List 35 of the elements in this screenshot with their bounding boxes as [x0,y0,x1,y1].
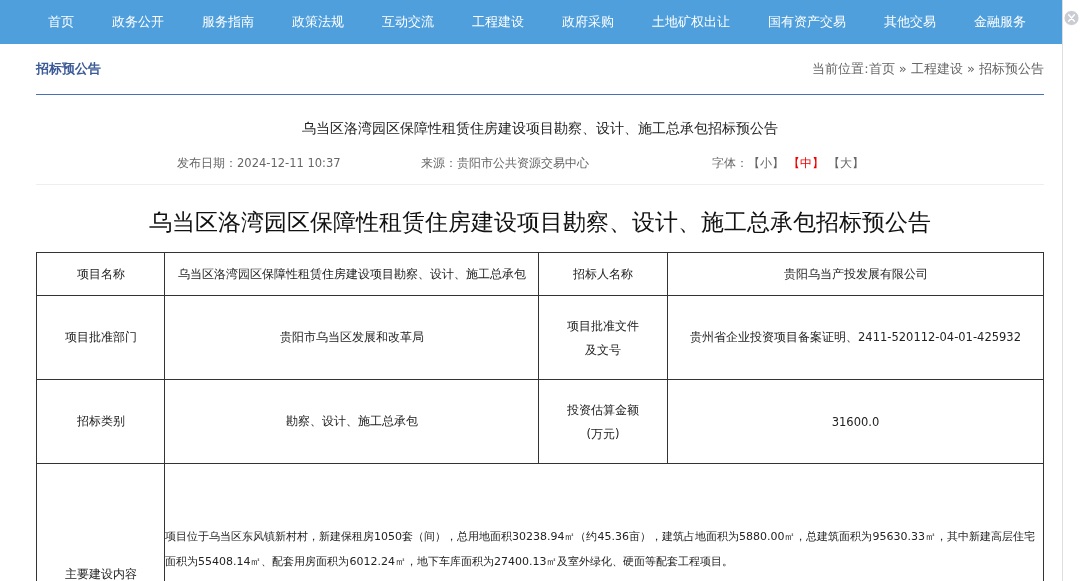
publish-date: 发布日期：2024-12-11 10:37 [177,156,341,172]
table-cell: 主要建设内容 [64,566,137,581]
article-title: 乌当区洛湾园区保障性租赁住房建设项目勘察、设计、施工总承包招标预公告 [301,120,779,138]
table-cell: 招标类别 [76,414,125,429]
nav-link[interactable]: 政府采购 [552,13,624,31]
table-cell: 项目位于乌当区东风镇新村村，新建保租房1050套（间），总用地面积30238.94㎡（约45.36亩），建筑占地面积为5880.00㎡，总建筑面积为95630.33㎡，其中新建高层住宅面积为55408.14㎡、配套用房面积为6012.24㎡，地下车库面积为27400.13㎡及室外绿化、硬面等配套工程项目。 [165,530,1035,568]
page-heading: 乌当区洛湾园区保障性租赁住房建设项目勘察、设计、施工总承包招标预公告 [148,208,932,237]
table-cell: 项目批准部门 [64,330,137,345]
table-cell: 贵阳市乌当区发展和改革局 [279,330,424,344]
nav-link[interactable]: 服务指南 [192,13,264,31]
font-size-label: 字体： [711,156,748,170]
nav-link[interactable]: 工程建设 [462,13,534,31]
nav-link[interactable]: 互动交流 [372,13,444,31]
nav-link[interactable]: 国有资产交易 [758,13,856,31]
table-cell-text: 项目批准文件及文号 [566,317,640,359]
font-size-link[interactable]: 【大】 [827,156,864,170]
table-cell: 贵州省企业投资项目备案证明、2411-520112-04-01-425932 [690,330,1021,344]
table-cell: 贵阳乌当产投发展有限公司 [783,266,928,281]
nav-link[interactable]: 土地矿权出让 [642,13,740,31]
source-text: 来源：贵阳市公共资源交易中心 [420,156,589,172]
table-cell: 乌当区洛湾园区保障性租赁住房建设项目勘察、设计、施工总承包 [177,266,526,281]
font-size-link[interactable]: 【中】 [787,156,824,170]
breadcrumb: 当前位置:首页 » 工程建设 » 招标预公告 [812,60,1044,78]
nav-link[interactable]: 政策法规 [282,13,354,31]
table-cell: 勘察、设计、施工总承包 [285,414,418,428]
section-title: 招标预公告 [36,60,101,78]
table-cell: 31600.0 [831,414,880,429]
nav-link[interactable]: 金融服务 [964,13,1036,31]
font-size-link[interactable]: 【小】 [747,156,784,170]
nav-link[interactable]: 政务公开 [102,13,174,31]
table-cell-text: 投资估算金额(万元) [566,401,640,443]
table-cell-text: 招标人名称 [572,266,634,283]
table-cell: 项目名称 [76,266,125,282]
nav-link[interactable]: 其他交易 [874,13,946,31]
nav-link[interactable]: 首页 [38,13,84,31]
